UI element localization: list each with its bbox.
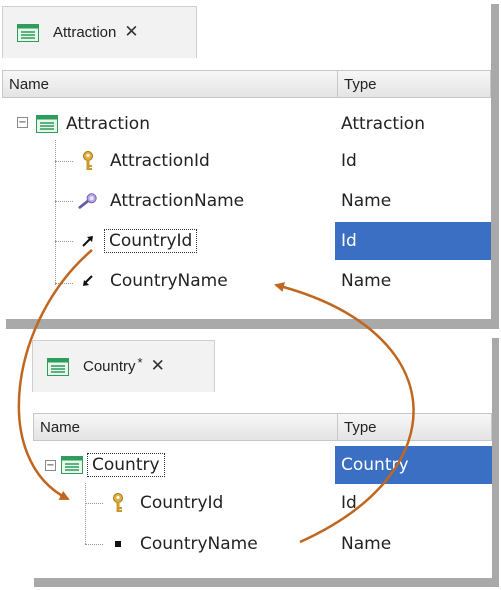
header-type-label: Type — [344, 75, 377, 93]
attribute-name: CountryName — [140, 534, 258, 554]
attribute-row[interactable]: CountryId — [108, 484, 223, 522]
type-cell[interactable]: Id — [335, 142, 491, 180]
header-name-label: Name — [9, 75, 50, 93]
tree-line — [85, 544, 103, 545]
attribute-row[interactable]: AttractionId — [78, 142, 210, 180]
type-cell[interactable]: Name — [335, 525, 492, 563]
transaction-panel-attraction: Attraction ✕ Name Type − Attraction Attr… — [0, 0, 491, 319]
transaction-icon — [61, 456, 83, 474]
tab-title: Attraction — [53, 24, 117, 41]
key-icon — [78, 151, 98, 171]
key-icon — [108, 493, 128, 513]
tab-country[interactable]: Country * ✕ — [32, 340, 215, 392]
inferred-attribute-icon — [78, 274, 98, 288]
tree-line — [55, 283, 73, 284]
header-type-label: Type — [344, 418, 377, 436]
attribute-name: CountryName — [110, 271, 228, 291]
column-header-type[interactable]: Type — [337, 70, 491, 98]
column-header-type[interactable]: Type — [337, 413, 492, 441]
attribute-row[interactable]: CountryName — [108, 525, 258, 563]
collapse-toggle[interactable]: − — [17, 117, 28, 128]
tree-line — [55, 241, 73, 242]
foreign-key-icon — [78, 234, 98, 248]
tree-line — [85, 503, 103, 504]
header-name-label: Name — [40, 418, 81, 436]
column-header-name[interactable]: Name — [33, 413, 338, 441]
close-icon[interactable]: ✕ — [124, 24, 138, 41]
tab-title: Country — [83, 358, 136, 375]
root-name: Attraction — [66, 114, 150, 134]
tree-root-row[interactable]: Attraction — [36, 105, 150, 143]
tree-root-row[interactable]: Country — [61, 446, 165, 484]
tree-line — [55, 201, 73, 202]
type-cell-selected[interactable]: Country — [335, 446, 492, 484]
root-name: Country — [87, 453, 165, 477]
transaction-icon — [17, 23, 39, 42]
attribute-name: AttractionId — [110, 151, 210, 171]
attribute-row[interactable]: AttractionName — [78, 182, 244, 220]
transaction-icon — [36, 115, 58, 133]
attribute-row[interactable]: CountryName — [78, 262, 228, 300]
attribute-row[interactable]: CountryId — [78, 222, 198, 260]
attribute-name: AttractionName — [110, 191, 245, 211]
unsaved-marker: * — [137, 355, 143, 370]
attribute-name: CountryId — [103, 229, 198, 253]
description-icon — [78, 192, 98, 210]
type-cell[interactable]: Id — [335, 484, 492, 522]
type-cell[interactable]: Attraction — [335, 105, 491, 143]
close-icon[interactable]: ✕ — [151, 358, 165, 375]
type-cell[interactable]: Name — [335, 262, 491, 300]
attribute-name: CountryId — [140, 493, 224, 513]
type-cell[interactable]: Name — [335, 182, 491, 220]
transaction-panel-country: Country * ✕ Name Type − Country Country — [28, 333, 492, 578]
type-cell-selected[interactable]: Id — [335, 222, 491, 260]
collapse-toggle[interactable]: − — [45, 460, 56, 471]
tab-attraction[interactable]: Attraction ✕ — [2, 6, 197, 58]
column-header-name[interactable]: Name — [2, 70, 338, 98]
tree-line — [55, 161, 73, 162]
tree-line — [85, 483, 86, 544]
transaction-icon — [47, 357, 69, 376]
bullet-icon — [108, 540, 128, 548]
